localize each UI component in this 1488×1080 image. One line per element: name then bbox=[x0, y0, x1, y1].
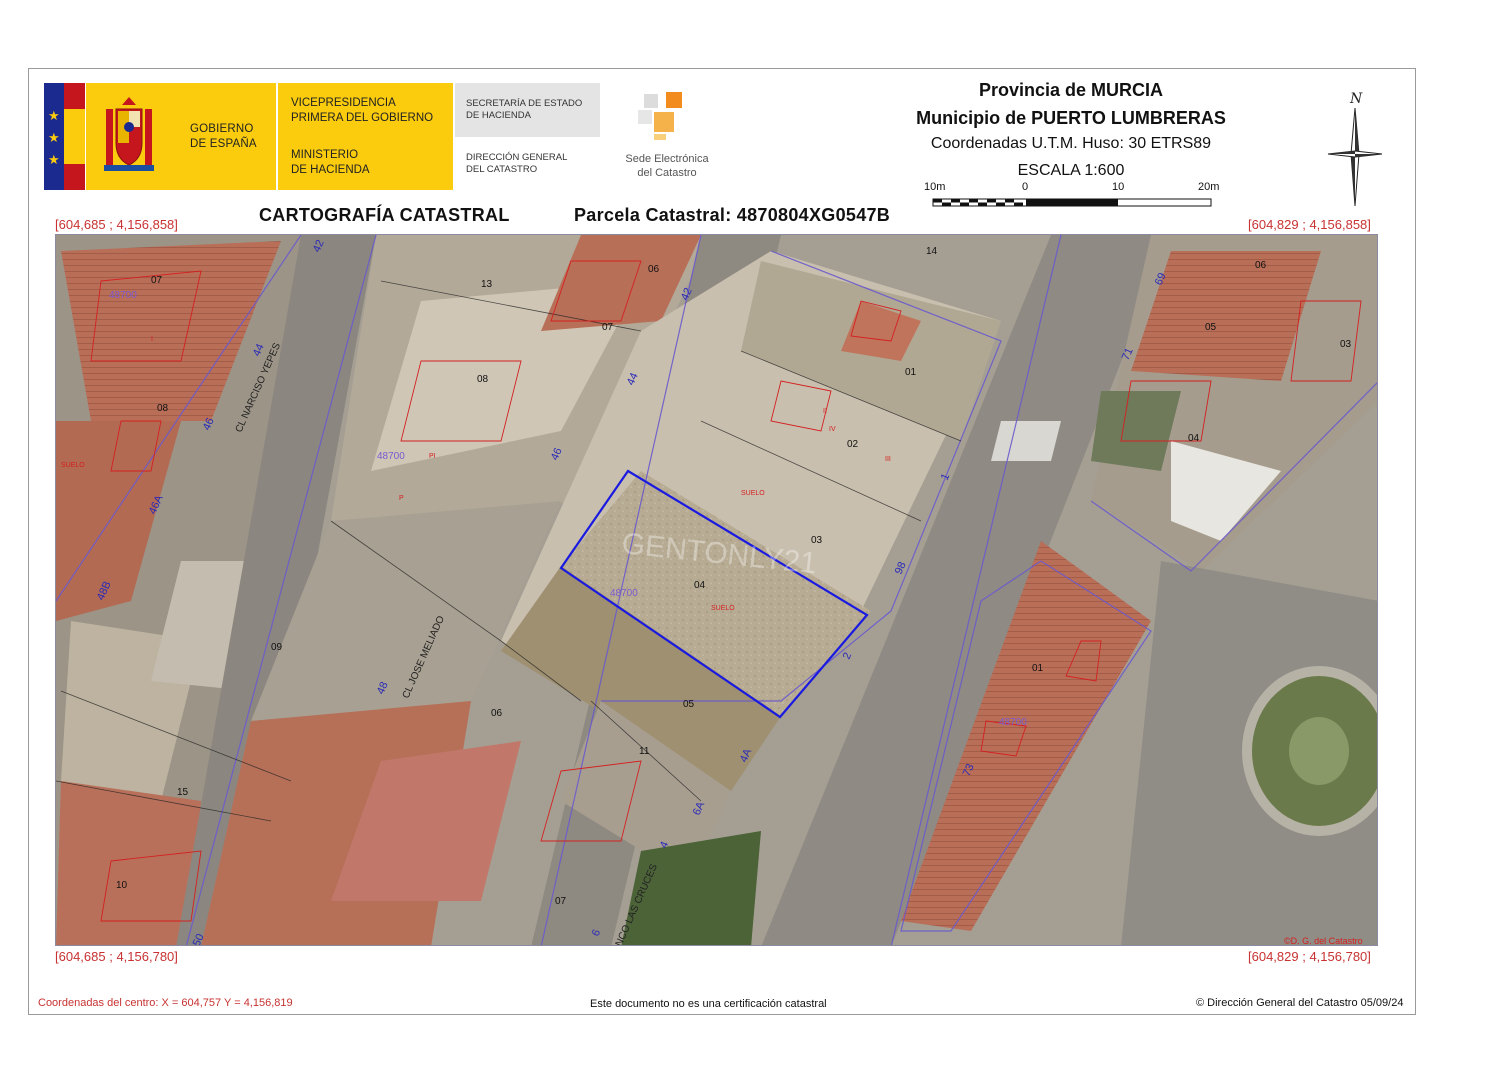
municipio-label: Municipio de PUERTO LUMBRERAS bbox=[916, 108, 1226, 128]
floor-label: II bbox=[823, 408, 827, 415]
corner-coord-top-right: [604,829 ; 4,156,858] bbox=[1248, 217, 1371, 232]
ministerio-line2: DE HACIENDA bbox=[291, 164, 370, 176]
parcel-number: 08 bbox=[477, 374, 489, 385]
direccion-line1: DIRECCIÓN GENERAL bbox=[466, 152, 568, 163]
corner-coord-top-left: [604,685 ; 4,156,858] bbox=[55, 217, 178, 232]
vicepresidencia-line1: VICEPRESIDENCIA bbox=[291, 97, 396, 109]
floor-label: III bbox=[885, 456, 891, 463]
parcel-number: 07 bbox=[602, 322, 614, 333]
parcel-number: 09 bbox=[271, 642, 283, 653]
parcel-number: 05 bbox=[1205, 322, 1217, 333]
scale-tick-label: 10m bbox=[924, 181, 946, 193]
block-id: 48700 bbox=[109, 290, 137, 301]
parcel-number: 07 bbox=[555, 896, 567, 907]
secretaria-line1: SECRETARÍA DE ESTADO bbox=[466, 98, 583, 109]
suelo-label: SUELO bbox=[741, 490, 765, 497]
parcel-number: 04 bbox=[1188, 433, 1200, 444]
floor-label: I bbox=[151, 336, 153, 343]
block-id: 48700 bbox=[999, 717, 1027, 728]
block-id: 48700 bbox=[377, 451, 405, 462]
cadastral-map[interactable]: CL NARCISO YEPES CL JOSE MELIADO NCO LAS… bbox=[55, 234, 1378, 946]
scale-tick-label: 20m bbox=[1198, 181, 1220, 193]
parcel-number: 13 bbox=[481, 279, 493, 290]
scale-tick-label: 0 bbox=[1022, 181, 1029, 193]
vicepresidencia-logo: VICEPRESIDENCIA PRIMERA DEL GOBIERNO MIN… bbox=[278, 83, 453, 190]
gobierno-line1: GOBIERNO bbox=[190, 123, 254, 135]
secretaria-line2: DE HACIENDA bbox=[466, 110, 531, 121]
coat-of-arms-icon bbox=[104, 97, 154, 171]
floor-label: PI bbox=[429, 453, 436, 460]
map-credit: ©D. G. del Catastro bbox=[1284, 936, 1363, 946]
parcela-title: Parcela Catastral: 4870804XG0547B bbox=[574, 205, 891, 225]
direccion-general-label: DIRECCIÓN GENERAL DEL CATASTRO bbox=[466, 152, 567, 176]
suelo-label: SUELO bbox=[711, 605, 735, 612]
sede-electronica-label: Sede Electrónica del Catastro bbox=[612, 152, 722, 180]
coordenadas-label: Coordenadas U.T.M. Huso: 30 ETRS89 bbox=[930, 135, 1212, 152]
scale-bar bbox=[932, 198, 1212, 207]
provincia-label: Provincia de MURCIA bbox=[978, 80, 1164, 100]
vicepresidencia-line2: PRIMERA DEL GOBIERNO bbox=[291, 112, 434, 124]
parcel-number: 06 bbox=[491, 708, 503, 719]
direccion-line2: DEL CATASTRO bbox=[466, 164, 538, 175]
parcel-number: 01 bbox=[1032, 663, 1044, 674]
corner-coord-bottom-left: [604,685 ; 4,156,780] bbox=[55, 949, 178, 964]
parcel-number: 06 bbox=[648, 264, 660, 275]
parcel-number: 06 bbox=[1255, 260, 1267, 271]
escala-label: ESCALA 1:600 bbox=[1017, 162, 1125, 179]
cartografia-title: CARTOGRAFÍA CATASTRAL bbox=[259, 205, 510, 225]
secretaria-logo: SECRETARÍA DE ESTADO DE HACIENDA bbox=[455, 83, 600, 137]
corner-coord-bottom-right: [604,829 ; 4,156,780] bbox=[1248, 949, 1371, 964]
parcel-number: 10 bbox=[116, 880, 128, 891]
parcel-number: 03 bbox=[1340, 339, 1352, 350]
spain-flag-logo: ★ ★ ★ bbox=[44, 83, 85, 190]
scale-tick-label: 10 bbox=[1112, 181, 1125, 193]
parcel-number: 05 bbox=[683, 699, 695, 710]
sede-line1: Sede Electrónica bbox=[625, 153, 709, 165]
floor-label: P bbox=[399, 495, 404, 502]
floor-label: IV bbox=[829, 426, 836, 433]
ministerio-line1: MINISTERIO bbox=[291, 149, 359, 161]
gobierno-logo: GOBIERNO DE ESPAÑA bbox=[86, 83, 276, 190]
block-id: 48700 bbox=[610, 588, 638, 599]
parcel-number: 02 bbox=[847, 439, 859, 450]
parcel-number: 01 bbox=[905, 367, 917, 378]
disclaimer: Este documento no es una certificación c… bbox=[590, 998, 827, 1010]
sede-logo-icon bbox=[638, 92, 682, 140]
suelo-label: SUELO bbox=[61, 462, 85, 469]
sede-line2: del Catastro bbox=[637, 167, 697, 179]
parcel-number: 03 bbox=[811, 535, 823, 546]
parcel-number: 07 bbox=[151, 275, 163, 286]
copyright: © Dirección General del Catastro 05/09/2… bbox=[1196, 997, 1404, 1009]
parcel-number: 04 bbox=[694, 580, 706, 591]
gobierno-line2: DE ESPAÑA bbox=[190, 138, 257, 150]
parcel-number: 15 bbox=[177, 787, 189, 798]
north-label: N bbox=[1349, 91, 1363, 107]
parcel-number: 11 bbox=[639, 746, 650, 757]
parcel-number: 14 bbox=[926, 246, 938, 257]
parcel-number: 08 bbox=[157, 403, 169, 414]
center-coordinates: Coordenadas del centro: X = 604,757 Y = … bbox=[38, 997, 293, 1009]
aerial-map-svg[interactable]: CL NARCISO YEPES CL JOSE MELIADO NCO LAS… bbox=[56, 235, 1378, 946]
north-arrow-icon: N bbox=[1327, 91, 1383, 207]
